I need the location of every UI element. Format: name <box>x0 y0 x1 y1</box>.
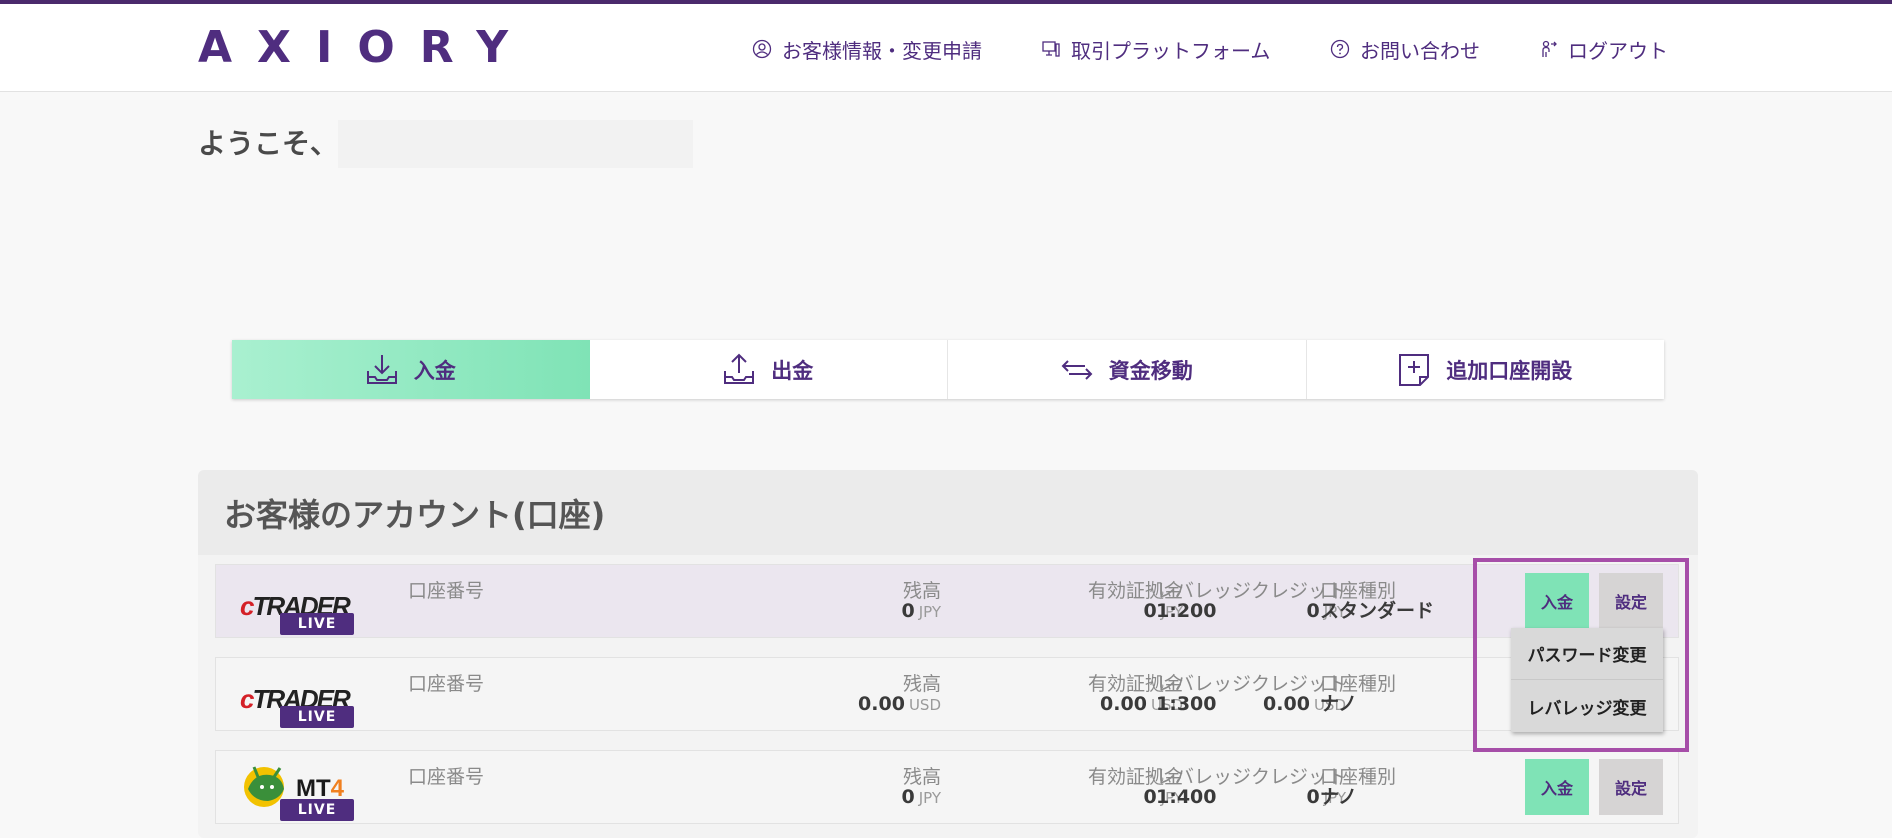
nav-logout[interactable]: ログアウト <box>1538 34 1668 64</box>
download-tray-icon <box>366 354 397 384</box>
nav-contact-label: お問い合わせ <box>1360 38 1480 63</box>
highlight-callout-box <box>1473 558 1689 752</box>
account-number-cell: 口座番号 <box>408 766 485 788</box>
account-type-cell: 口座種別 スタンダード <box>1320 580 1435 622</box>
transfer-arrows-icon <box>1061 359 1093 380</box>
logout-icon <box>1542 40 1557 57</box>
balance-cell: 残高 0 JPY <box>901 766 941 808</box>
leverage-cell: レバレッジ 1:200 <box>1156 580 1252 622</box>
account-number-cell: 口座番号 <box>408 673 485 695</box>
withdraw-action-label: 出金 <box>771 358 814 383</box>
live-badge: LIVE <box>280 799 354 821</box>
nav-platform-label: 取引プラットフォーム <box>1071 38 1271 63</box>
top-nav-bar: AXIORY お客様情報・変更申請 取引プラットフォーム お問い合わせ ログアウ… <box>0 0 1892 92</box>
balance-cell: 残高 0.00 USD <box>858 673 941 715</box>
ctrader-live-logo: cTRADER LIVE <box>240 581 358 637</box>
transfer-action-button[interactable]: 資金移動 <box>948 340 1307 399</box>
mt4-live-logo: MT4 LIVE <box>240 766 358 823</box>
welcome-text: ようこそ、 <box>198 127 339 160</box>
leverage-cell: レバレッジ 1:400 <box>1156 766 1252 808</box>
action-bar: 入金 出金 資金移動 追加口座開設 <box>232 340 1664 399</box>
equity-cell: 有効証拠金 0 JPY <box>1087 580 1183 622</box>
live-badge: LIVE <box>280 613 354 635</box>
live-badge: LIVE <box>280 706 354 728</box>
nav-contact[interactable]: お問い合わせ <box>1330 34 1480 64</box>
account-type-cell: 口座種別 ナノ <box>1320 766 1397 808</box>
deposit-action-label: 入金 <box>413 358 456 383</box>
open-account-action-label: 追加口座開設 <box>1446 358 1573 383</box>
account-number-cell: 口座番号 <box>408 580 485 602</box>
account-row[interactable]: cTRADER LIVE 口座番号 残高 0.00 USD 有効証拠金 0.00 USD… <box>215 657 1679 731</box>
axiory-logo[interactable]: AXIORY <box>198 26 533 70</box>
account-type-cell: 口座種別 ナノ <box>1320 673 1397 715</box>
add-document-icon <box>1399 353 1430 386</box>
transfer-action-label: 資金移動 <box>1108 358 1193 383</box>
equity-cell: 有効証拠金 0.00 USD <box>1087 673 1183 715</box>
withdraw-action-button[interactable]: 出金 <box>590 340 948 399</box>
nav-profile[interactable]: お客様情報・変更申請 <box>752 34 982 64</box>
user-circle-icon <box>752 39 772 59</box>
upload-tray-icon <box>724 353 755 384</box>
open-account-action-button[interactable]: 追加口座開設 <box>1307 340 1665 399</box>
settings-button[interactable]: 設定 <box>1599 759 1663 815</box>
nav-profile-label: お客様情報・変更申請 <box>782 38 982 63</box>
balance-cell: 残高 0 JPY <box>901 580 941 622</box>
nav-logout-label: ログアウト <box>1568 38 1668 63</box>
welcome-name-placeholder <box>338 120 693 168</box>
ctrader-live-logo: cTRADER LIVE <box>240 674 358 730</box>
leverage-cell: レバレッジ 1:300 <box>1156 673 1252 715</box>
question-circle-icon <box>1330 39 1350 59</box>
deposit-action-button[interactable]: 入金 <box>232 340 590 399</box>
account-row[interactable]: cTRADER LIVE 口座番号 残高 0 JPY 有効証拠金 0 JPY クレジット… <box>215 564 1679 638</box>
accounts-title: お客様のアカウント(口座) <box>198 470 1698 555</box>
monitor-icon <box>1042 41 1060 57</box>
deposit-button[interactable]: 入金 <box>1525 759 1589 815</box>
account-row[interactable]: MT4 LIVE 口座番号 残高 0 JPY 有効証拠金 0 JPY クレジット 0 JPY… <box>215 750 1679 824</box>
nav-platform[interactable]: 取引プラットフォーム <box>1041 34 1270 64</box>
equity-cell: 有効証拠金 0 JPY <box>1087 766 1183 808</box>
